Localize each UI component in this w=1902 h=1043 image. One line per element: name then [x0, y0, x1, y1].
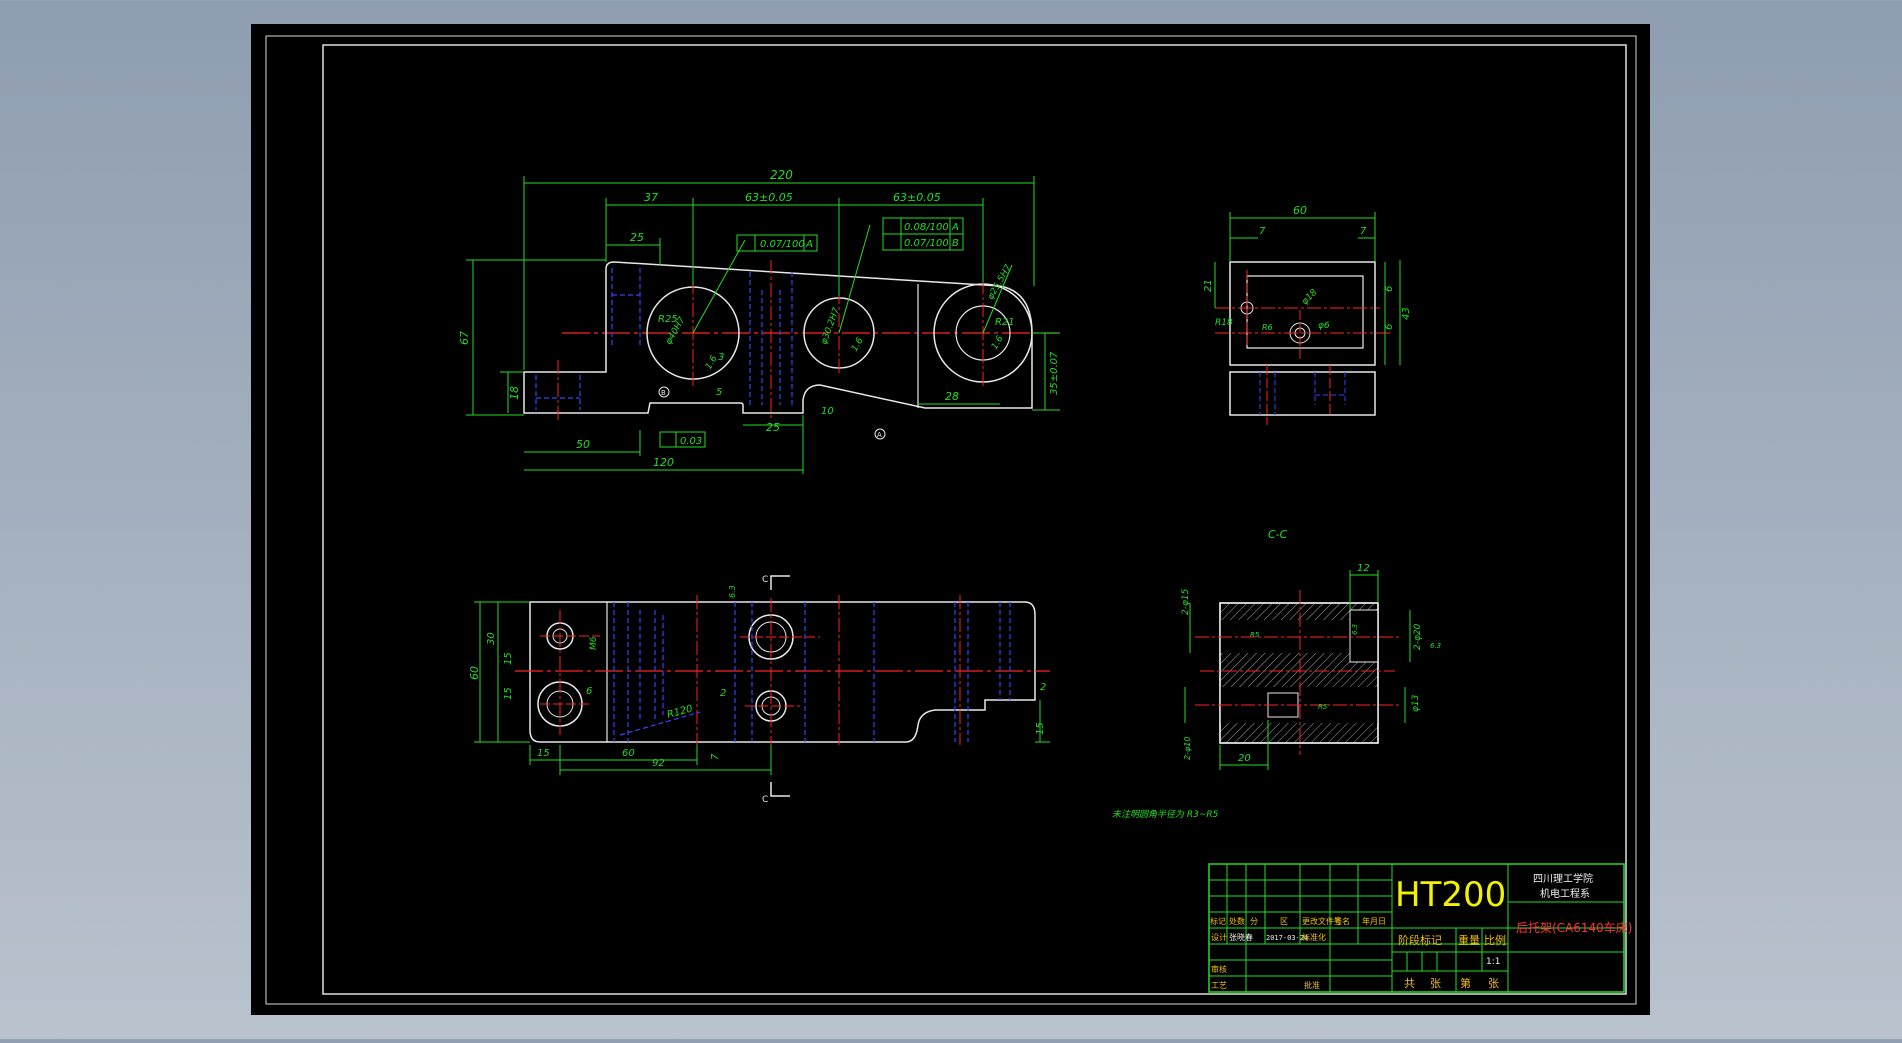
dim-220: 220 — [770, 168, 793, 182]
dim-25-bottom: 25 — [766, 421, 780, 434]
tb-designer: 张晓春 — [1229, 932, 1253, 942]
section-dim-20: 20 — [1238, 753, 1251, 764]
top-dim-15a: 15 — [503, 652, 514, 665]
top-dim-15c: 15 — [537, 748, 550, 759]
tb-review-label: 审核 — [1211, 964, 1227, 974]
section-r5-a: R5 — [1250, 631, 1260, 639]
section-label: C-C — [1268, 528, 1288, 541]
side-dim-6-bottom: 6 — [1384, 324, 1395, 330]
tb-scale-value: 1:1 — [1486, 957, 1500, 967]
section-mark-bottom: C — [762, 795, 768, 805]
tb-process-label: 工艺 — [1211, 981, 1227, 990]
tb-design-label: 设计 — [1211, 932, 1227, 942]
tb-col-date: 年月日 — [1362, 916, 1386, 926]
section-phi13: φ13 — [1411, 694, 1421, 712]
top-dim-92: 92 — [652, 758, 665, 769]
side-dim-21: 21 — [1203, 279, 1214, 292]
section-surface-a: 6.3 — [1351, 624, 1359, 635]
general-note: 未注明圆角半径为 R3~R5 — [1112, 809, 1219, 820]
side-r18: R18 — [1215, 318, 1233, 328]
dim-5: 5 — [716, 387, 722, 398]
dim-25-top: 25 — [630, 231, 644, 244]
side-dim-6-top: 6 — [1384, 286, 1395, 292]
top-surface: 6.3 — [728, 585, 737, 598]
tol-parallel-1-ref: A — [805, 239, 813, 250]
dim-67: 67 — [458, 331, 471, 345]
part-name: 后托架(CA6140车床) — [1516, 920, 1633, 935]
drawing-canvas[interactable]: 220 37 63±0.05 63±0.05 25 67 18 50 120 2… — [0, 0, 1902, 1039]
tb-scale-label: 比例 — [1484, 933, 1506, 947]
tb-col-sign: 签名 — [1334, 916, 1350, 926]
side-dim-60: 60 — [1293, 204, 1307, 217]
top-dim-30: 30 — [486, 632, 497, 645]
side-r6: R6 — [1262, 323, 1273, 332]
dim-35-tol: 35±0.07 — [1049, 351, 1060, 395]
side-dim-43: 43 — [1401, 307, 1412, 320]
dim-10: 10 — [821, 406, 834, 417]
section-phi15: 2-φ15 — [1181, 588, 1191, 615]
tb-col-zone: 分 — [1250, 917, 1258, 926]
section-phi20: 2-φ20 — [1413, 623, 1423, 650]
department-name: 机电工程系 — [1540, 887, 1590, 900]
datum-b: B — [661, 389, 666, 397]
tb-sheet-label2: 张 — [1488, 977, 1499, 990]
tb-col-count: 处数 — [1229, 916, 1245, 926]
tol-parallel-3-ref: B — [952, 238, 959, 249]
material-label: HT200 — [1395, 875, 1506, 915]
section-dim-12: 12 — [1357, 563, 1370, 574]
tb-approve-label: 批准 — [1304, 980, 1320, 990]
top-dim-15b: 15 — [503, 687, 514, 700]
tb-sheets-label: 张 — [1430, 977, 1441, 990]
dim-28: 28 — [945, 390, 959, 403]
top-dim-15d: 15 — [1035, 722, 1046, 735]
dim-63-a: 63±0.05 — [745, 191, 793, 204]
dim-3: 3 — [718, 352, 724, 363]
section-phi10: 2-φ10 — [1183, 737, 1192, 760]
side-dim-7-left: 7 — [1259, 226, 1266, 237]
radius-r21: R21 — [995, 317, 1015, 328]
top-m6: M6 — [589, 636, 599, 650]
dim-18: 18 — [508, 386, 521, 400]
top-dim-60: 60 — [468, 666, 481, 680]
tol-parallel-1: 0.07/100 — [760, 239, 805, 250]
tol-flatness: 0.03 — [680, 436, 702, 447]
top-dim-6: 6 — [586, 686, 592, 697]
section-surface-b: 6.3 — [1430, 642, 1441, 650]
datum-a: A — [877, 431, 882, 439]
tb-sheet-label: 第 — [1460, 976, 1471, 990]
tb-col-mark: 标记 — [1210, 916, 1226, 926]
section-mark-top: C — [762, 575, 768, 585]
top-dim-2b: 2 — [1040, 682, 1046, 693]
dim-63-b: 63±0.05 — [893, 191, 941, 204]
tb-stage-label: 阶段标记 — [1398, 933, 1442, 947]
dim-50: 50 — [576, 438, 590, 451]
school-name: 四川理工学院 — [1533, 872, 1593, 885]
top-dim-60b: 60 — [622, 748, 635, 759]
tb-total-label: 共 — [1404, 977, 1415, 990]
tol-parallel-2: 0.08/100 — [904, 222, 949, 233]
tb-weight-label: 重量 — [1458, 933, 1480, 947]
paper-sheet — [251, 24, 1650, 1015]
top-dim-7: 7 — [710, 753, 721, 760]
dim-37: 37 — [644, 191, 658, 204]
dim-120: 120 — [653, 456, 674, 469]
side-phi6: φ6 — [1318, 321, 1330, 331]
tb-col-zone2: 区 — [1280, 917, 1288, 926]
side-dim-7-right: 7 — [1360, 226, 1367, 237]
tol-parallel-2-ref: A — [951, 222, 959, 233]
tb-std-label: 标准化 — [1302, 932, 1326, 942]
cad-viewport[interactable]: 220 37 63±0.05 63±0.05 25 67 18 50 120 2… — [0, 0, 1902, 1039]
tol-parallel-3: 0.07/100 — [904, 238, 949, 249]
section-r5-b: R5 — [1318, 703, 1328, 711]
top-dim-2a: 2 — [720, 688, 726, 699]
